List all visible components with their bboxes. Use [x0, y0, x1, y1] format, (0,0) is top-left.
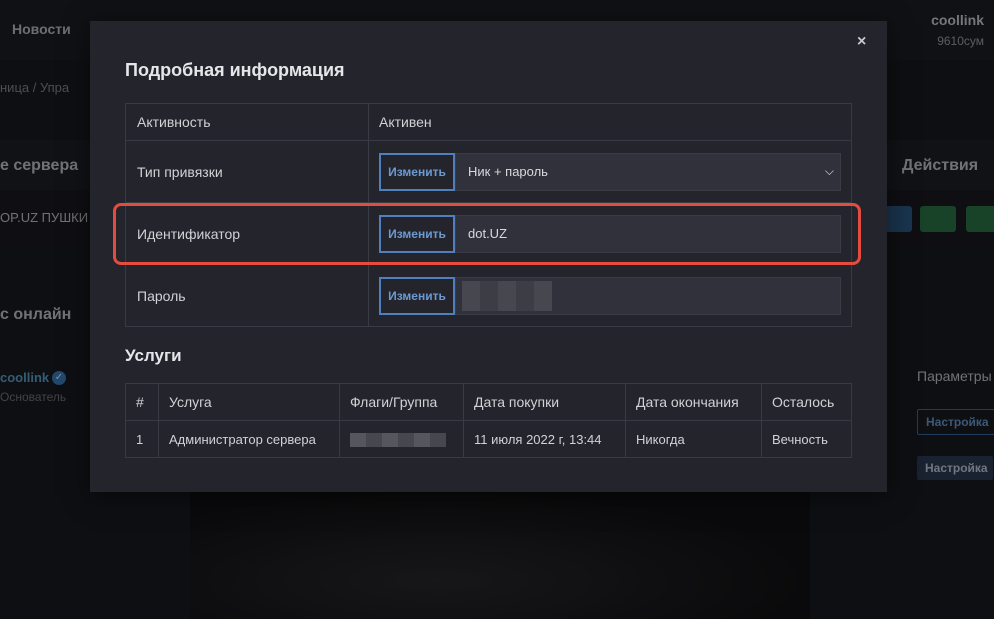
binding-select[interactable]: Ник + пароль ⌵	[455, 152, 841, 191]
col-service: Услуга	[158, 383, 340, 421]
col-left: Осталось	[761, 383, 852, 421]
flags-redacted	[350, 432, 446, 447]
row-binding: Тип привязки Изменить Ник + пароль ⌵	[125, 140, 852, 203]
col-num: #	[125, 383, 159, 421]
services-table: # Услуга Флаги/Группа Дата покупки Дата …	[125, 383, 852, 458]
services-title: Услуги	[125, 346, 182, 365]
chevron-down-icon: ⌵	[824, 164, 834, 178]
password-input[interactable]	[455, 276, 841, 315]
service-end-date: Никогда	[625, 420, 762, 458]
change-binding-button[interactable]: Изменить	[379, 152, 455, 191]
activity-label: Активность	[125, 103, 369, 141]
service-remaining: Вечность	[761, 420, 852, 458]
service-num: 1	[125, 420, 159, 458]
binding-select-value: Ник + пароль	[468, 164, 548, 179]
activity-value: Активен	[368, 103, 852, 141]
col-purchase: Дата покупки	[463, 383, 626, 421]
identifier-highlight-box	[113, 203, 861, 265]
close-icon[interactable]: ×	[857, 33, 866, 51]
table-row: 1 Администратор сервера 11 июля 2022 г, …	[125, 420, 852, 458]
modal-title: Подробная информация	[125, 60, 345, 80]
service-name: Администратор сервера	[158, 420, 340, 458]
password-label: Пароль	[125, 264, 369, 327]
col-flags: Флаги/Группа	[339, 383, 464, 421]
service-purchase-date: 11 июля 2022 г, 13:44	[463, 420, 626, 458]
col-end: Дата окончания	[625, 383, 762, 421]
row-password: Пароль Изменить	[125, 264, 852, 327]
binding-label: Тип привязки	[125, 140, 369, 203]
row-activity: Активность Активен	[125, 103, 852, 141]
change-password-button[interactable]: Изменить	[379, 276, 455, 315]
password-redacted	[462, 280, 552, 311]
services-header-row: # Услуга Флаги/Группа Дата покупки Дата …	[125, 383, 852, 421]
